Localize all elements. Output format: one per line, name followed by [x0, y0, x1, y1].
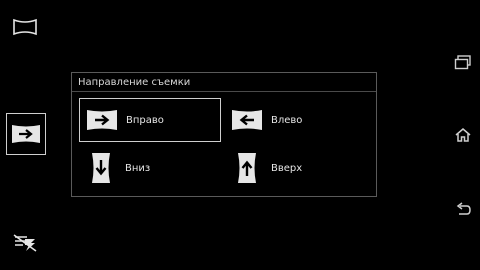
dialog-divider: [72, 91, 376, 92]
option-left-label: Влево: [271, 114, 303, 126]
pan-down-icon: [79, 148, 123, 188]
dialog-title: Направление съемки: [78, 77, 191, 88]
panorama-mode-icon: [12, 18, 38, 36]
option-up[interactable]: Вверх: [225, 146, 367, 190]
option-left[interactable]: Влево: [225, 98, 367, 142]
sweep-direction-button[interactable]: [6, 113, 46, 155]
back-button[interactable]: [450, 198, 476, 220]
option-up-label: Вверх: [271, 162, 303, 174]
option-right[interactable]: Вправо: [79, 98, 221, 142]
option-down[interactable]: Вниз: [79, 146, 221, 190]
pan-right-icon: [80, 100, 124, 140]
option-right-label: Вправо: [126, 114, 164, 126]
home-icon: [454, 127, 472, 143]
recent-apps-icon: [454, 55, 472, 71]
back-icon: [454, 201, 472, 217]
system-navbar: [446, 0, 480, 270]
shooting-direction-dialog: Направление съемки Вправо Влево Вниз Вве…: [71, 72, 377, 197]
recent-apps-button[interactable]: [450, 52, 476, 74]
home-button[interactable]: [450, 124, 476, 146]
direction-right-icon: [11, 124, 41, 144]
panorama-mode-button[interactable]: [8, 12, 42, 42]
pan-left-icon: [225, 100, 269, 140]
option-down-label: Вниз: [125, 162, 151, 174]
flash-off-icon: [12, 233, 38, 253]
camera-screen: Направление съемки Вправо Влево Вниз Вве…: [0, 0, 480, 270]
pan-up-icon: [225, 148, 269, 188]
flash-off-button[interactable]: [8, 228, 42, 258]
camera-left-strip: [0, 0, 50, 270]
